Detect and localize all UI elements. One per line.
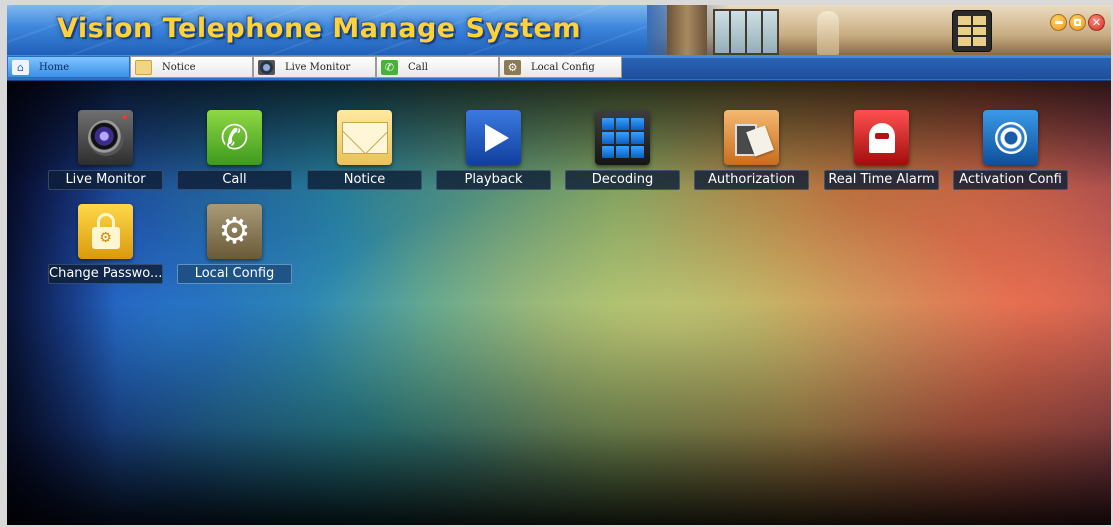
- tile-change-password[interactable]: ⚙ Change Passwo...: [48, 200, 163, 286]
- lock-icon: ⚙: [78, 204, 133, 259]
- tile-live-monitor[interactable]: Live Monitor: [48, 106, 163, 192]
- home-icon: ⌂: [12, 59, 29, 75]
- title-bar: Vision Telephone Manage System ✕: [7, 5, 1111, 55]
- header-room-photo: [647, 5, 1111, 55]
- close-button[interactable]: ✕: [1088, 14, 1105, 31]
- tile-label: Local Config: [177, 264, 292, 284]
- tile-real-time-alarm[interactable]: Real Time Alarm: [824, 106, 939, 192]
- intercom-panel-screen: [958, 16, 986, 46]
- tab-live-monitor[interactable]: Live Monitor: [253, 56, 376, 78]
- tile-label: Activation Confi: [953, 170, 1068, 190]
- lock-body: ⚙: [91, 212, 120, 249]
- photo-window: [713, 9, 779, 55]
- close-icon: ✕: [1091, 16, 1102, 29]
- tile-call[interactable]: ✆ Call: [177, 106, 292, 192]
- tile-label: Call: [177, 170, 292, 190]
- tab-call-label: Call: [408, 61, 429, 73]
- home-launcher: Live Monitor ✆ Call Notice Playback Deco…: [7, 81, 1111, 525]
- gear-icon: ⚙: [504, 59, 521, 75]
- tab-notice[interactable]: Notice: [130, 56, 253, 78]
- camera-icon: [258, 59, 275, 75]
- photo-curtain: [667, 5, 707, 55]
- activation-ring: [994, 121, 1027, 154]
- minimize-icon: [1054, 21, 1063, 24]
- app-window: Vision Telephone Manage System ✕ ⌂ Home …: [7, 5, 1111, 525]
- tile-label: Live Monitor: [48, 170, 163, 190]
- tab-call[interactable]: ✆ Call: [376, 56, 499, 78]
- tile-notice[interactable]: Notice: [307, 106, 422, 192]
- tab-local-config-label: Local Config: [531, 61, 595, 73]
- camera-led: [123, 115, 127, 119]
- tile-local-config[interactable]: ⚙ Local Config: [177, 200, 292, 286]
- tab-notice-label: Notice: [162, 61, 196, 73]
- tab-live-monitor-label: Live Monitor: [285, 61, 351, 73]
- maximize-icon: [1074, 19, 1081, 26]
- tile-label: Notice: [307, 170, 422, 190]
- grid-cells: [601, 117, 644, 158]
- envelope-icon: [135, 59, 152, 75]
- grid-icon: [595, 110, 650, 165]
- play-triangle: [484, 123, 509, 152]
- alarm-bell-shape: [868, 122, 895, 153]
- app-title: Vision Telephone Manage System: [57, 13, 581, 44]
- tab-home[interactable]: ⌂ Home: [7, 56, 130, 78]
- alarm-icon: [854, 110, 909, 165]
- activation-icon: [983, 110, 1038, 165]
- gear-icon: ⚙: [207, 204, 262, 259]
- tile-playback[interactable]: Playback: [436, 106, 551, 192]
- camera-lens: [87, 119, 124, 156]
- tab-strip-filler: [619, 58, 1111, 79]
- tile-label: Authorization: [694, 170, 809, 190]
- photo-lamp: [817, 11, 839, 55]
- camera-icon: [78, 110, 133, 165]
- phone-icon: ✆: [381, 59, 398, 75]
- tab-local-config[interactable]: ⚙ Local Config: [499, 56, 622, 78]
- phone-icon: ✆: [207, 110, 262, 165]
- intercom-panel-icon: [952, 10, 992, 52]
- tab-strip: ⌂ Home Notice Live Monitor ✆ Call ⚙ Loca…: [7, 55, 1111, 81]
- tile-label: Playback: [436, 170, 551, 190]
- envelope-icon: [337, 110, 392, 165]
- maximize-button[interactable]: [1069, 14, 1086, 31]
- tile-decoding[interactable]: Decoding: [565, 106, 680, 192]
- envelope-shape: [341, 121, 388, 154]
- tile-label: Decoding: [565, 170, 680, 190]
- tile-label: Change Passwo...: [48, 264, 163, 284]
- tab-home-label: Home: [39, 61, 70, 73]
- minimize-button[interactable]: [1050, 14, 1067, 31]
- tile-label: Real Time Alarm: [824, 170, 939, 190]
- card-icon: [724, 110, 779, 165]
- play-icon: [466, 110, 521, 165]
- tile-activation-config[interactable]: Activation Confi: [953, 106, 1068, 192]
- tile-authorization[interactable]: Authorization: [694, 106, 809, 192]
